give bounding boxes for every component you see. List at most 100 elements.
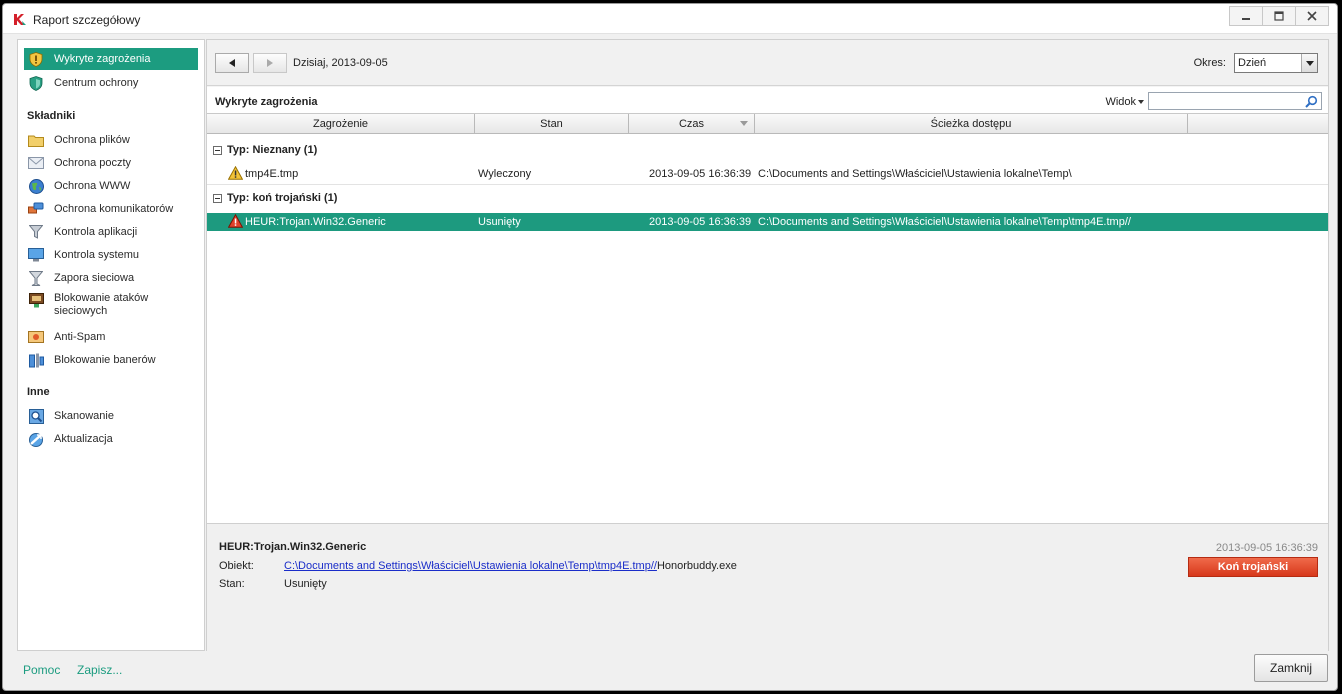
- details-object-label: Obiekt:: [219, 560, 254, 572]
- search-input[interactable]: [1148, 92, 1322, 110]
- details-status-value: Usunięty: [284, 578, 327, 590]
- mail-icon: [28, 155, 44, 171]
- object-file-name: Honorbuddy.exe: [656, 560, 737, 572]
- period-select[interactable]: Dzień: [1234, 53, 1318, 73]
- chevron-down-icon: [1301, 54, 1317, 72]
- maximize-icon: [1274, 11, 1284, 21]
- sidebar-item-skanowanie[interactable]: Skanowanie: [24, 405, 198, 427]
- sidebar-item-centrum-ochrony[interactable]: Centrum ochrony: [24, 72, 198, 94]
- group-row-unknown[interactable]: Typ: Nieznany (1): [207, 138, 1328, 162]
- banner-block-icon: [28, 352, 44, 368]
- cell-threat: HEUR:Trojan.Win32.Generic: [245, 216, 386, 228]
- sidebar-item-aktualizacja[interactable]: Aktualizacja: [24, 428, 198, 450]
- sidebar-item-label: Ochrona plików: [54, 134, 130, 146]
- sidebar-item-anti-spam[interactable]: Anti-Spam: [24, 326, 198, 348]
- sidebar-item-ochrona-komunikatorow[interactable]: Ochrona komunikatorów: [24, 198, 198, 220]
- sort-descending-icon: [740, 121, 748, 126]
- list-header-bar: Wykryte zagrożenia Widok: [207, 87, 1328, 113]
- table-header: Zagrożenie Stan Czas Ścieżka dostępu: [207, 114, 1328, 134]
- section-header-other: Inne: [27, 386, 50, 398]
- maximize-button[interactable]: [1262, 6, 1296, 26]
- sidebar-item-ochrona-plikow[interactable]: Ochrona plików: [24, 129, 198, 151]
- object-path-link[interactable]: C:\Documents and Settings\Właściciel\Ust…: [284, 560, 657, 572]
- sidebar-item-label: Kontrola aplikacji: [54, 226, 138, 238]
- folder-icon: [28, 132, 44, 148]
- sidebar-item-zapora-sieciowa[interactable]: Zapora sieciowa: [24, 267, 198, 289]
- globe-icon: [28, 178, 44, 194]
- save-link[interactable]: Zapisz...: [77, 663, 122, 677]
- sidebar-item-kontrola-systemu[interactable]: Kontrola systemu: [24, 244, 198, 266]
- next-day-button[interactable]: [253, 53, 287, 73]
- sidebar-item-wykryte-zagrozenia[interactable]: Wykryte zagrożenia: [24, 48, 198, 70]
- group-label: Typ: koń trojański (1): [227, 192, 338, 204]
- arrow-left-icon: [229, 59, 235, 67]
- column-header-path[interactable]: Ścieżka dostępu: [755, 114, 1188, 134]
- danger-icon: [228, 214, 243, 228]
- antispam-icon: [28, 329, 44, 345]
- sidebar-item-label: Centrum ochrony: [54, 77, 139, 89]
- column-header-filler: [1188, 114, 1328, 134]
- sidebar-item-label: Ochrona poczty: [54, 157, 132, 169]
- details-status-label: Stan:: [219, 578, 245, 590]
- sidebar-item-label-line1: Blokowanie ataków: [54, 292, 149, 304]
- help-link[interactable]: Pomoc: [23, 663, 60, 677]
- row-divider: [207, 184, 1328, 185]
- monitor-icon: [28, 247, 44, 263]
- column-header-threat[interactable]: Zagrożenie: [207, 114, 475, 134]
- details-object-value: C:\Documents and Settings\Właściciel\Ust…: [284, 560, 737, 572]
- section-header-components: Składniki: [27, 110, 76, 122]
- update-icon: [28, 431, 44, 447]
- table-row-selected[interactable]: HEUR:Trojan.Win32.Generic Usunięty 2013-…: [207, 213, 1328, 231]
- warning-icon: [228, 166, 243, 180]
- close-icon: [1307, 11, 1317, 21]
- close-window-button[interactable]: [1295, 6, 1329, 26]
- sidebar-item-label: Ochrona WWW: [54, 180, 131, 192]
- sidebar-item-ochrona-poczty[interactable]: Ochrona poczty: [24, 152, 198, 174]
- kaspersky-logo-icon: [14, 14, 26, 25]
- threat-type-badge[interactable]: Koń trojański: [1188, 557, 1318, 577]
- network-attack-icon: [28, 292, 44, 308]
- sidebar-item-label: Kontrola systemu: [54, 249, 139, 261]
- scan-icon: [28, 408, 44, 424]
- funnel-icon: [28, 224, 44, 240]
- sidebar-item-label: Blokowanie banerów: [54, 354, 156, 366]
- previous-day-button[interactable]: [215, 53, 249, 73]
- table-row[interactable]: tmp4E.tmp Wyleczony 2013-09-05 16:36:39 …: [207, 165, 1328, 183]
- sidebar-item-label: Anti-Spam: [54, 331, 106, 343]
- cell-time: 2013-09-05 16:36:39: [649, 168, 752, 180]
- column-header-time[interactable]: Czas: [629, 114, 755, 134]
- period-selected-value: Dzień: [1238, 57, 1267, 69]
- details-panel: HEUR:Trojan.Win32.Generic 2013-09-05 16:…: [207, 523, 1328, 651]
- cell-time: 2013-09-05 16:36:39: [649, 216, 752, 228]
- cell-status: Usunięty: [478, 216, 521, 228]
- sidebar-item-kontrola-aplikacji[interactable]: Kontrola aplikacji: [24, 221, 198, 243]
- collapse-icon[interactable]: [213, 193, 222, 203]
- current-date-label: Dzisiaj, 2013-09-05: [293, 57, 388, 69]
- shield-icon: [28, 75, 44, 91]
- sidebar-item-ochrona-www[interactable]: Ochrona WWW: [24, 175, 198, 197]
- threats-table: Zagrożenie Stan Czas Ścieżka dostępu Typ…: [207, 113, 1328, 523]
- close-button[interactable]: Zamknij: [1254, 654, 1328, 682]
- period-label: Okres:: [1193, 57, 1226, 69]
- sidebar-item-label: Skanowanie: [54, 410, 114, 422]
- cell-path: C:\Documents and Settings\Właściciel\Ust…: [758, 168, 1072, 180]
- group-row-trojan[interactable]: Typ: koń trojański (1): [207, 186, 1328, 210]
- minimize-button[interactable]: [1229, 6, 1263, 26]
- minimize-icon: [1242, 18, 1250, 20]
- sidebar-item-label: Zapora sieciowa: [54, 272, 135, 284]
- sidebar-item-label: Wykryte zagrożenia: [54, 53, 151, 65]
- cell-status: Wyleczony: [478, 168, 532, 180]
- cell-path: C:\Documents and Settings\Właściciel\Ust…: [758, 216, 1131, 228]
- report-window: Raport szczegółowy Wykryte zagrożenia Ce…: [2, 3, 1338, 691]
- main-panel: Dzisiaj, 2013-09-05 Okres: Dzień Wykryte…: [206, 39, 1329, 651]
- sidebar-item-blokowanie-atakow[interactable]: Blokowanie ataków sieciowych: [24, 290, 198, 318]
- group-label: Typ: Nieznany (1): [227, 144, 318, 156]
- view-menu-button[interactable]: Widok: [1105, 96, 1136, 108]
- collapse-icon[interactable]: [213, 145, 222, 155]
- list-title: Wykryte zagrożenia: [215, 96, 318, 108]
- search-icon: [1305, 95, 1318, 108]
- sidebar-item-blokowanie-banerow[interactable]: Blokowanie banerów: [24, 349, 198, 371]
- column-header-status[interactable]: Stan: [475, 114, 629, 134]
- arrow-right-icon: [267, 59, 273, 67]
- title-bar: Raport szczegółowy: [3, 4, 1337, 34]
